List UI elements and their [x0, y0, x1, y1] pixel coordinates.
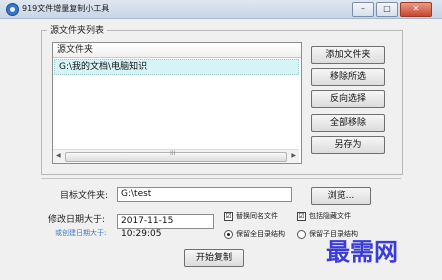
scroll-right-icon[interactable]: ▶ — [291, 152, 296, 159]
scroll-left-icon[interactable]: ◀ — [56, 152, 61, 159]
app-icon — [6, 3, 19, 16]
radio-selected-icon[interactable] — [224, 229, 233, 239]
date-input[interactable]: 2017-11-15 10:29:05 — [117, 214, 214, 239]
grip-icon: III — [170, 150, 176, 157]
window-title: 919文件增量复制小工具 — [22, 4, 110, 13]
column-header-source-folder[interactable]: 源文件夹 — [53, 43, 301, 58]
keep-full-structure-label: 保留全目录结构 — [236, 230, 285, 238]
include-hidden-label: 包括隐藏文件 — [309, 212, 351, 220]
keep-full-structure-radio[interactable]: 保留全目录结构 — [224, 229, 285, 239]
include-hidden-checkbox[interactable]: ☑ 包括隐藏文件 — [297, 211, 351, 221]
remove-selected-button[interactable]: 移除所选 — [311, 68, 385, 86]
target-folder-input[interactable]: G:\test — [117, 187, 292, 202]
scroll-thumb[interactable]: III — [65, 150, 287, 162]
source-group-label: 源文件夹列表 — [47, 23, 108, 36]
checkbox-checked-icon[interactable]: ☑ — [224, 211, 233, 221]
start-copy-button[interactable]: 开始复制 — [184, 249, 244, 267]
source-folder-list[interactable]: 源文件夹 G:\我的文档\电脑知识 ◀ III ▶ — [52, 42, 302, 164]
maximize-button[interactable]: □ — [376, 2, 398, 17]
divider — [41, 178, 401, 179]
horizontal-scrollbar[interactable]: ◀ III ▶ — [53, 149, 299, 163]
checkbox-checked-icon[interactable]: ☑ — [297, 211, 306, 221]
title-bar[interactable]: 919文件增量复制小工具 – □ ✕ — [0, 0, 442, 19]
save-as-button[interactable]: 另存为 — [311, 136, 385, 154]
replace-same-name-checkbox[interactable]: ☑ 替换同名文件 — [224, 211, 278, 221]
target-folder-label: 目标文件夹: — [60, 191, 109, 201]
minimize-button[interactable]: – — [352, 2, 374, 17]
app-window: 919文件增量复制小工具 – □ ✕ 源文件夹列表 源文件夹 G:\我的文档\电… — [0, 0, 442, 280]
remove-all-button[interactable]: 全部移除 — [311, 114, 385, 132]
radio-unselected-icon[interactable] — [297, 229, 306, 239]
modified-date-label: 修改日期大于: — [48, 215, 106, 225]
close-button[interactable]: ✕ — [400, 2, 432, 17]
browse-button[interactable]: 浏览... — [311, 187, 371, 205]
invert-selection-button[interactable]: 反向选择 — [311, 90, 385, 108]
watermark-logo: 最需网 — [326, 237, 398, 266]
list-item[interactable]: G:\我的文档\电脑知识 — [54, 59, 299, 75]
replace-same-name-label: 替换同名文件 — [236, 212, 278, 220]
created-date-label: 或创建日期大于: — [55, 229, 107, 237]
add-folder-button[interactable]: 添加文件夹 — [311, 46, 385, 64]
window-controls: – □ ✕ — [352, 2, 432, 17]
